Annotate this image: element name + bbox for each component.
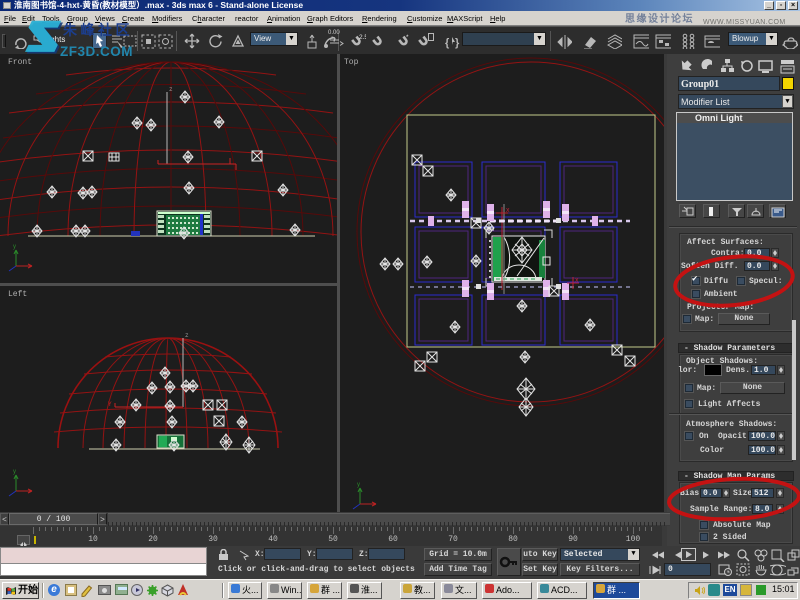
svg-text:Left: Left [8,290,27,299]
svg-text:x: x [575,277,579,284]
svg-text:y: y [13,469,16,475]
svg-text:}: } [455,37,460,49]
svg-text:Top: Top [344,58,359,67]
svg-text:z: z [185,332,189,339]
svg-text:y: y [357,482,360,488]
svg-text:Front: Front [8,58,32,67]
svg-text:2.5: 2.5 [359,34,366,41]
svg-text:*: * [406,34,409,41]
svg-text:z: z [169,86,173,93]
svg-text:{: { [445,37,450,49]
svg-text:Y: Y [108,401,112,408]
svg-text:y: y [13,244,16,250]
svg-text:x: x [506,207,510,214]
